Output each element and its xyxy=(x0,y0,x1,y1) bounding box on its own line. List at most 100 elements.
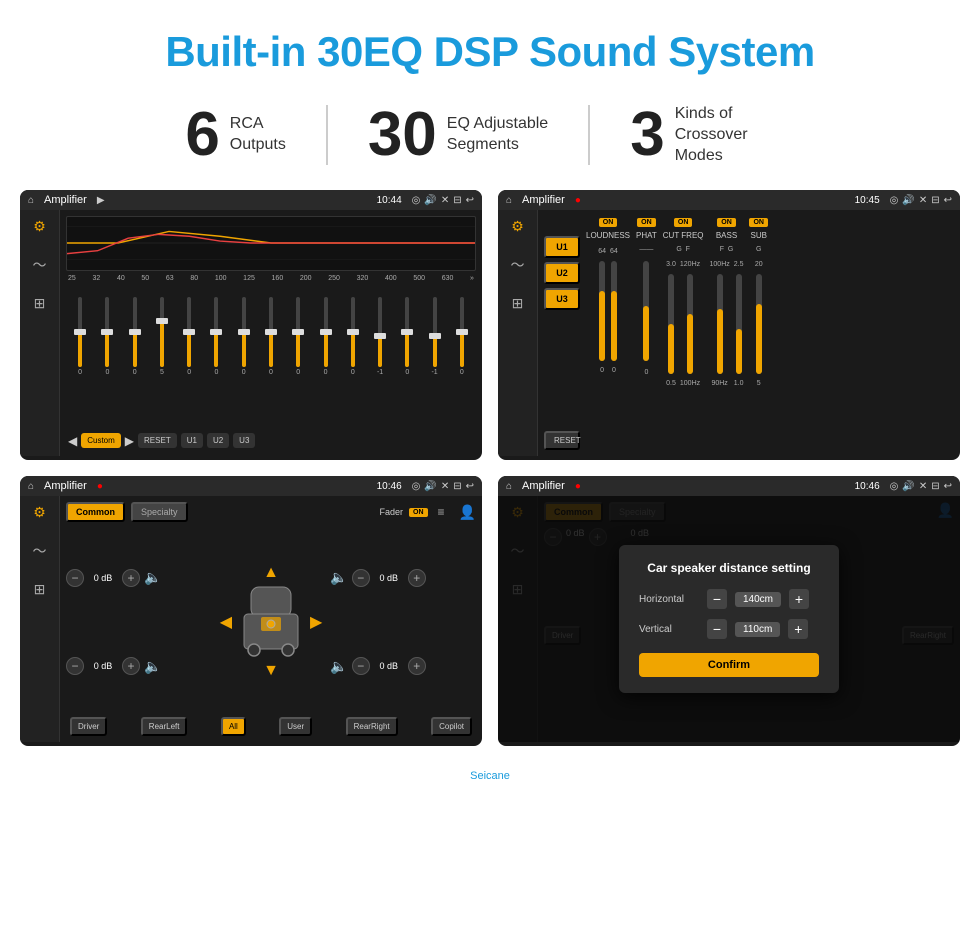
common-tab[interactable]: Common xyxy=(66,502,125,522)
eq-slider-6[interactable]: 0 xyxy=(204,297,228,376)
loudness-slider[interactable] xyxy=(599,261,605,361)
window-icon-3[interactable]: ⊟ xyxy=(453,481,461,492)
horizontal-minus-btn[interactable]: − xyxy=(707,589,727,609)
specialty-tab[interactable]: Specialty xyxy=(131,502,188,522)
amp-u3-btn[interactable]: U3 xyxy=(544,288,580,310)
home-icon-2[interactable]: ⌂ xyxy=(506,195,512,206)
all-btn[interactable]: All xyxy=(221,717,246,736)
back-icon[interactable]: ↩ xyxy=(466,195,474,206)
user-profile-icon[interactable]: 👤 xyxy=(459,504,476,521)
window-icon-4[interactable]: ⊟ xyxy=(931,481,939,492)
amp-reset-btn[interactable]: RESET xyxy=(544,431,580,450)
more-icon[interactable]: » xyxy=(470,275,474,282)
eq-slider-15[interactable]: 0 xyxy=(450,297,474,376)
rear-left-btn[interactable]: RearLeft xyxy=(141,717,188,736)
eq-next-icon[interactable]: ▶ xyxy=(125,434,134,448)
vol-plus-rl[interactable]: + xyxy=(122,657,140,675)
screen3-time: 10:46 xyxy=(377,481,402,492)
eq-slider-12[interactable]: -1 xyxy=(368,297,392,376)
eq-wave-icon[interactable]: 〜 xyxy=(33,255,47,275)
eq-tune-icon[interactable]: ⚙ xyxy=(33,218,46,235)
status-icons-4: ◎ 🔊 ✕ ⊟ ↩ xyxy=(890,481,952,492)
vol-plus-fr[interactable]: + xyxy=(408,569,426,587)
eq-speaker-icon[interactable]: ⊞ xyxy=(34,295,46,312)
reset-btn-1[interactable]: RESET xyxy=(138,433,177,448)
arrow-right-icon[interactable]: ▶ xyxy=(310,612,322,632)
close-icon-3[interactable]: ✕ xyxy=(441,481,449,492)
bass-slider-1[interactable] xyxy=(717,274,723,374)
eq-slider-13[interactable]: 0 xyxy=(395,297,419,376)
fader-speaker-icon[interactable]: ⊞ xyxy=(34,581,46,598)
vol-minus-fl[interactable]: − xyxy=(66,569,84,587)
eq-slider-8[interactable]: 0 xyxy=(259,297,283,376)
fader-on-badge[interactable]: ON xyxy=(409,508,428,517)
close-icon-2[interactable]: ✕ xyxy=(919,195,927,206)
vol-minus-fr[interactable]: − xyxy=(352,569,370,587)
close-icon-4[interactable]: ✕ xyxy=(919,481,927,492)
sub-slider[interactable] xyxy=(756,274,762,374)
phat-on[interactable]: ON xyxy=(637,218,656,227)
home-icon-3[interactable]: ⌂ xyxy=(28,481,34,492)
loudness-slider-2[interactable] xyxy=(611,261,617,361)
eq-slider-5[interactable]: 0 xyxy=(177,297,201,376)
amp-u1-btn[interactable]: U1 xyxy=(544,236,580,258)
freq-400: 400 xyxy=(385,275,397,282)
eq-prev-icon[interactable]: ◀ xyxy=(68,434,77,448)
bass-slider-2[interactable] xyxy=(736,274,742,374)
vol-minus-rr[interactable]: − xyxy=(352,657,370,675)
confirm-button[interactable]: Confirm xyxy=(639,653,819,677)
vol-minus-rl[interactable]: − xyxy=(66,657,84,675)
eq-slider-3[interactable]: 0 xyxy=(123,297,147,376)
back-icon-3[interactable]: ↩ xyxy=(466,481,474,492)
bass-col: ON BASS F G 100Hz 90Hz xyxy=(710,218,744,448)
phat-slider[interactable] xyxy=(643,261,649,361)
arrow-left-icon[interactable]: ◀ xyxy=(220,612,232,632)
amp-u2-btn[interactable]: U2 xyxy=(544,262,580,284)
play-icon[interactable]: ▶ xyxy=(97,195,105,206)
eq-slider-1[interactable]: 0 xyxy=(68,297,92,376)
cutfreq-slider-2[interactable] xyxy=(687,274,693,374)
home-icon-4[interactable]: ⌂ xyxy=(506,481,512,492)
sub-on[interactable]: ON xyxy=(749,218,768,227)
back-icon-2[interactable]: ↩ xyxy=(944,195,952,206)
u2-btn[interactable]: U2 xyxy=(207,433,229,448)
horizontal-plus-btn[interactable]: + xyxy=(789,589,809,609)
vol-plus-rr[interactable]: + xyxy=(408,657,426,675)
eq-slider-4[interactable]: 5 xyxy=(150,297,174,376)
home-icon[interactable]: ⌂ xyxy=(28,195,34,206)
eq-slider-9[interactable]: 0 xyxy=(286,297,310,376)
rear-right-btn[interactable]: RearRight xyxy=(346,717,398,736)
arrow-up-icon[interactable]: ▲ xyxy=(263,564,279,582)
amp-speaker-icon[interactable]: ⊞ xyxy=(512,295,524,312)
eq-slider-7[interactable]: 0 xyxy=(232,297,256,376)
eq-slider-2[interactable]: 0 xyxy=(95,297,119,376)
fader-screen-content: ⚙ 〜 ⊞ Common Specialty Fader ON ≡ 👤 xyxy=(20,496,482,742)
user-btn[interactable]: User xyxy=(279,717,312,736)
u1-btn[interactable]: U1 xyxy=(181,433,203,448)
bass-on[interactable]: ON xyxy=(717,218,736,227)
cutfreq-slider-1[interactable] xyxy=(668,274,674,374)
custom-btn[interactable]: Custom xyxy=(81,433,121,448)
vertical-plus-btn[interactable]: + xyxy=(788,619,808,639)
close-icon-1[interactable]: ✕ xyxy=(441,195,449,206)
window-icon-2[interactable]: ⊟ xyxy=(931,195,939,206)
arrow-down-icon[interactable]: ▼ xyxy=(263,662,279,680)
eq-slider-11[interactable]: 0 xyxy=(341,297,365,376)
loudness-on[interactable]: ON xyxy=(599,218,618,227)
eq-slider-14[interactable]: -1 xyxy=(422,297,446,376)
amp-wave-icon[interactable]: 〜 xyxy=(511,255,525,275)
freq-50: 50 xyxy=(141,275,149,282)
cutfreq-on[interactable]: ON xyxy=(674,218,693,227)
fader-tune-icon[interactable]: ⚙ xyxy=(33,504,46,521)
driver-btn[interactable]: Driver xyxy=(70,717,107,736)
u3-btn[interactable]: U3 xyxy=(233,433,255,448)
amp-tune-icon[interactable]: ⚙ xyxy=(511,218,524,235)
copilot-btn[interactable]: Copilot xyxy=(431,717,472,736)
vertical-minus-btn[interactable]: − xyxy=(707,619,727,639)
vol-plus-fl[interactable]: + xyxy=(122,569,140,587)
fader-wave-icon[interactable]: 〜 xyxy=(33,541,47,561)
window-icon[interactable]: ⊟ xyxy=(453,195,461,206)
amp-screen-content: ⚙ 〜 ⊞ U1 U2 U3 RESET ON LOUDNESS xyxy=(498,210,960,456)
back-icon-4[interactable]: ↩ xyxy=(944,481,952,492)
eq-slider-10[interactable]: 0 xyxy=(313,297,337,376)
